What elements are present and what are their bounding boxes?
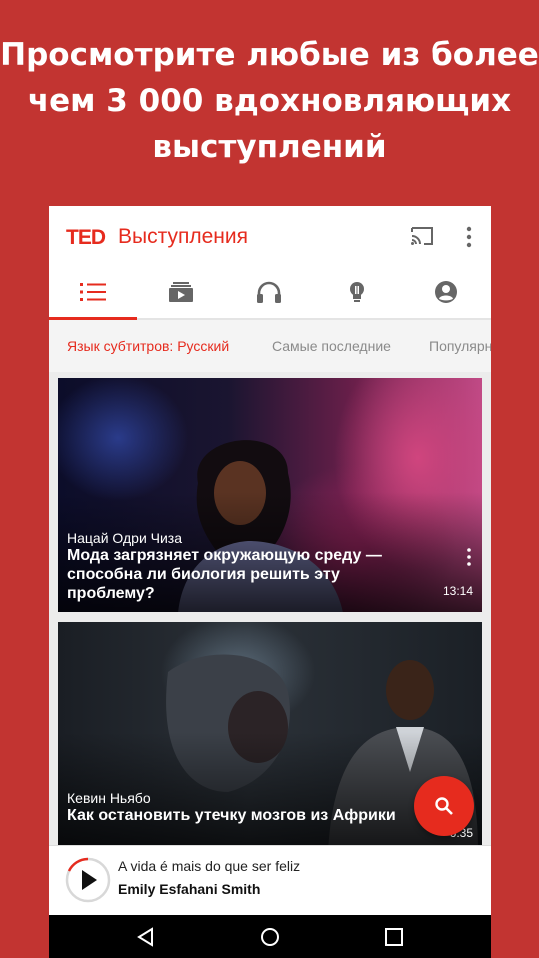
recents-icon[interactable]: [383, 926, 405, 948]
more-options-icon[interactable]: [463, 226, 475, 248]
search-icon: [435, 797, 453, 815]
tab-ideas[interactable]: [313, 266, 401, 318]
talk-title: Как остановить утечку мозгов из Африки: [67, 807, 396, 824]
tab-talks[interactable]: [49, 266, 137, 320]
promo-headline: Просмотрите любые из более чем 3 000 вдо…: [0, 32, 539, 170]
filter-chips: Язык субтитров: Русский Самые последние …: [49, 320, 491, 372]
back-icon[interactable]: [135, 926, 157, 948]
talk-speaker: Кевин Ньябо: [67, 790, 151, 806]
system-nav-bar: [49, 915, 491, 958]
app-bar: TED Выступления: [49, 206, 491, 266]
tab-podcasts[interactable]: [225, 266, 313, 318]
tab-bar: [49, 266, 491, 320]
filter-subtitle-language[interactable]: Язык субтитров: Русский: [67, 338, 229, 354]
search-button[interactable]: [414, 776, 474, 836]
playlists-icon: [169, 282, 193, 302]
cast-icon[interactable]: [410, 226, 434, 246]
talks-list-icon: [80, 283, 106, 301]
more-vert-icon[interactable]: [466, 548, 472, 566]
now-playing-speaker: Emily Esfahani Smith: [118, 881, 261, 897]
account-icon: [435, 281, 457, 303]
tab-account[interactable]: [401, 266, 491, 318]
talk-speaker: Нацай Одри Чиза: [67, 530, 183, 546]
ted-logo: TED: [66, 226, 106, 249]
home-icon[interactable]: [259, 926, 281, 948]
filter-newest[interactable]: Самые последние: [272, 338, 391, 354]
mini-player[interactable]: A vida é mais do que ser feliz Emily Esf…: [49, 845, 491, 916]
play-pause-button[interactable]: [65, 857, 111, 903]
talk-title: Мода загрязняет окружающую среду — спосо…: [67, 547, 382, 602]
lightbulb-icon: [350, 282, 364, 302]
promo-line-1: Просмотрите любые из более: [0, 37, 539, 73]
talk-feed: Нацай Одри Чиза Мода загрязняет окружающ…: [49, 372, 491, 845]
filter-popular[interactable]: Популярные: [429, 338, 491, 354]
promo-line-3: выступлений: [152, 129, 387, 165]
page-title: Выступления: [118, 225, 248, 248]
promo-line-2: чем 3 000 вдохновляющих: [27, 83, 512, 119]
app-screen: TED Выступления Язык субтитров: Русский …: [49, 206, 491, 958]
talk-card[interactable]: Нацай Одри Чиза Мода загрязняет окружающ…: [58, 378, 482, 612]
tab-playlists[interactable]: [137, 266, 225, 318]
podcasts-headphones-icon: [257, 281, 281, 303]
talk-duration: 13:14: [442, 584, 473, 598]
now-playing-title: A vida é mais do que ser feliz: [118, 858, 301, 874]
